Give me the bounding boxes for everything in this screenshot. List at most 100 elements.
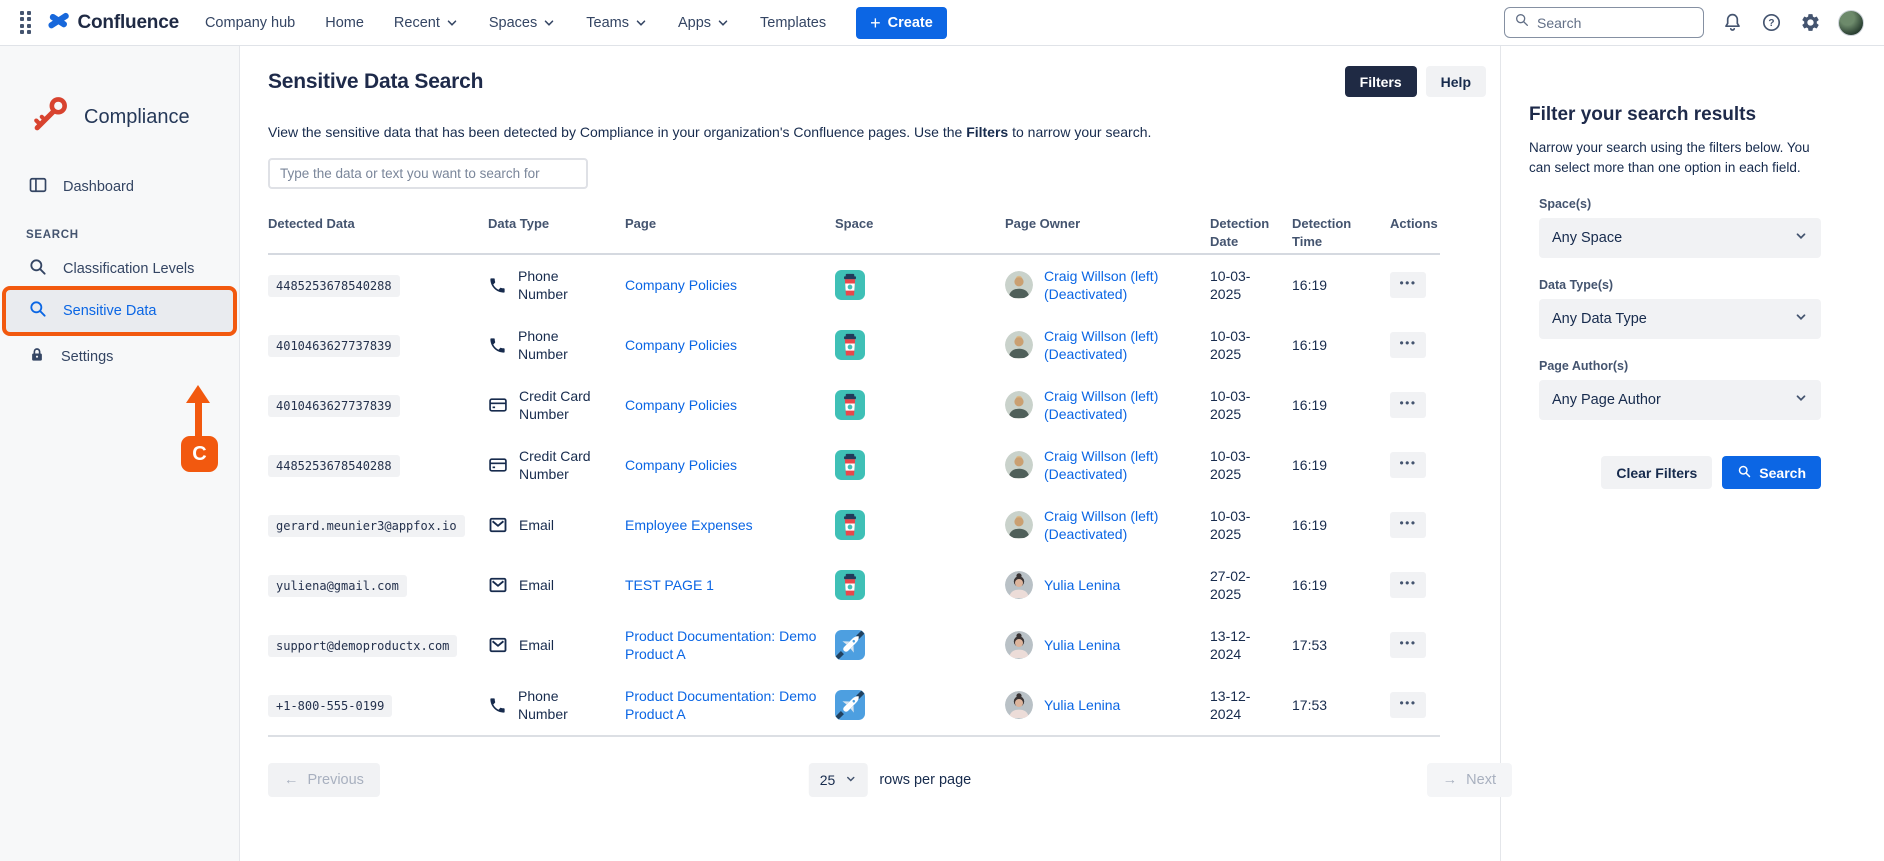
notifications-bell-icon[interactable] [1721, 12, 1743, 34]
data-type-label: Credit Card Number [519, 387, 611, 423]
main-content: Sensitive Data Search Filters Help View … [240, 46, 1500, 861]
filter-panel-title: Filter your search results [1529, 104, 1856, 126]
row-actions-button[interactable]: ••• [1390, 512, 1426, 538]
row-actions-button[interactable]: ••• [1390, 572, 1426, 598]
data-type-label: Email [519, 636, 554, 654]
more-horizontal-icon: ••• [1399, 396, 1416, 410]
confluence-logo[interactable]: Confluence [47, 9, 179, 37]
previous-page-button[interactable]: ← Previous [268, 763, 380, 797]
page-owner-link[interactable]: Craig Willson (left) (Deactivated) [1044, 267, 1196, 303]
plus-icon: + [870, 14, 881, 32]
rows-per-page-select[interactable]: 25 [809, 763, 868, 797]
table-row: +1-800-555-0199 Phone Number Product Doc… [268, 675, 1440, 735]
nav-item-spaces[interactable]: Spaces [489, 15, 556, 31]
settings-gear-icon[interactable] [1799, 12, 1821, 34]
clear-filters-button[interactable]: Clear Filters [1601, 456, 1712, 489]
detection-date-value: 10-03-2025 [1210, 327, 1292, 363]
column-header-data-type: Data Type [488, 215, 625, 233]
page-owner-link[interactable]: Yulia Lenina [1044, 636, 1120, 654]
sidebar-item-sensitive-data[interactable]: Sensitive Data [6, 290, 233, 332]
sidebar-item-dashboard[interactable]: Dashboard [0, 168, 239, 206]
arrow-left-icon: ← [284, 772, 299, 788]
column-header-page-owner: Page Owner [1005, 215, 1210, 233]
help-button[interactable]: Help [1426, 66, 1486, 97]
search-icon [28, 299, 48, 323]
nav-item-teams[interactable]: Teams [586, 15, 648, 31]
sidebar-item-classification-levels[interactable]: Classification Levels [0, 250, 239, 288]
page-authors-filter-dropdown[interactable]: Any Page Author [1539, 380, 1821, 420]
page-owner-link[interactable]: Craig Willson (left) (Deactivated) [1044, 447, 1196, 483]
sidebar-item-settings[interactable]: Settings [0, 338, 239, 376]
data-type-label: Phone Number [518, 267, 611, 303]
svg-text:?: ? [1768, 18, 1774, 29]
detection-date-value: 13-12-2024 [1210, 687, 1292, 723]
row-actions-button[interactable]: ••• [1390, 452, 1426, 478]
spaces-filter-dropdown[interactable]: Any Space [1539, 218, 1821, 258]
search-icon [28, 257, 48, 281]
nav-item-templates[interactable]: Templates [760, 15, 826, 31]
annotation-c-badge: C [181, 436, 218, 472]
page-link[interactable]: TEST PAGE 1 [625, 577, 714, 593]
detection-time-value: 16:19 [1292, 336, 1390, 354]
filters-button[interactable]: Filters [1345, 66, 1417, 97]
top-right-cluster: ? [1504, 7, 1864, 38]
filter-search-button[interactable]: Search [1722, 456, 1821, 489]
app-switcher-icon[interactable] [20, 11, 31, 35]
global-search-input[interactable] [1537, 15, 1694, 31]
compliance-logo: Compliance [28, 88, 239, 146]
page-owner-link[interactable]: Craig Willson (left) (Deactivated) [1044, 327, 1196, 363]
avatar [1005, 451, 1033, 479]
nav-item-apps[interactable]: Apps [678, 15, 730, 31]
create-button[interactable]: + Create [856, 7, 947, 39]
table-body: 4485253678540288 Phone Number Company Po… [268, 255, 1486, 735]
page-link[interactable]: Product Documentation: Demo Product A [625, 688, 816, 722]
detected-data-value: yuliena@gmail.com [268, 575, 407, 597]
nav-item-home[interactable]: Home [325, 15, 364, 31]
row-actions-button[interactable]: ••• [1390, 392, 1426, 418]
coffee-cup-space-icon [835, 330, 865, 360]
page-link[interactable]: Company Policies [625, 337, 737, 353]
more-horizontal-icon: ••• [1399, 276, 1416, 290]
more-horizontal-icon: ••• [1399, 636, 1416, 650]
nav-item-company-hub[interactable]: Company hub [205, 15, 295, 31]
page-owner-link[interactable]: Yulia Lenina [1044, 576, 1120, 594]
page-link[interactable]: Company Policies [625, 397, 737, 413]
data-types-filter-dropdown[interactable]: Any Data Type [1539, 299, 1821, 339]
avatar [1005, 271, 1033, 299]
column-header-actions: Actions [1390, 215, 1440, 233]
airplane-space-icon [835, 630, 865, 660]
page-link[interactable]: Company Policies [625, 457, 737, 473]
page-authors-filter-label: Page Author(s) [1539, 359, 1821, 373]
detection-time-value: 17:53 [1292, 696, 1390, 714]
sensitive-data-search-input[interactable] [268, 158, 588, 189]
page-title: Sensitive Data Search [268, 70, 483, 94]
more-horizontal-icon: ••• [1399, 516, 1416, 530]
page-link[interactable]: Product Documentation: Demo Product A [625, 628, 816, 662]
user-avatar[interactable] [1838, 10, 1864, 36]
email-icon [488, 575, 508, 595]
avatar [1005, 691, 1033, 719]
page-owner-link[interactable]: Craig Willson (left) (Deactivated) [1044, 507, 1196, 543]
credit-card-icon [488, 455, 508, 475]
row-actions-button[interactable]: ••• [1390, 632, 1426, 658]
dashboard-icon [28, 175, 48, 199]
global-search[interactable] [1504, 7, 1704, 38]
next-page-button[interactable]: → Next [1427, 763, 1512, 797]
page-link[interactable]: Employee Expenses [625, 517, 753, 533]
page-link[interactable]: Company Policies [625, 277, 737, 293]
page-description: View the sensitive data that has been de… [268, 124, 1486, 140]
nav-item-recent[interactable]: Recent [394, 15, 459, 31]
chevron-down-icon [1794, 310, 1808, 328]
app-name: Compliance [84, 106, 190, 129]
row-actions-button[interactable]: ••• [1390, 272, 1426, 298]
page-owner-link[interactable]: Yulia Lenina [1044, 696, 1120, 714]
chevron-down-icon [542, 16, 556, 30]
row-actions-button[interactable]: ••• [1390, 332, 1426, 358]
row-actions-button[interactable]: ••• [1390, 692, 1426, 718]
chevron-down-icon [445, 16, 459, 30]
email-icon [488, 635, 508, 655]
compliance-sidebar: Compliance Dashboard SEARCH Classificati… [0, 46, 240, 861]
page-owner-link[interactable]: Craig Willson (left) (Deactivated) [1044, 387, 1196, 423]
help-icon[interactable]: ? [1760, 12, 1782, 34]
column-header-space: Space [835, 215, 1005, 233]
